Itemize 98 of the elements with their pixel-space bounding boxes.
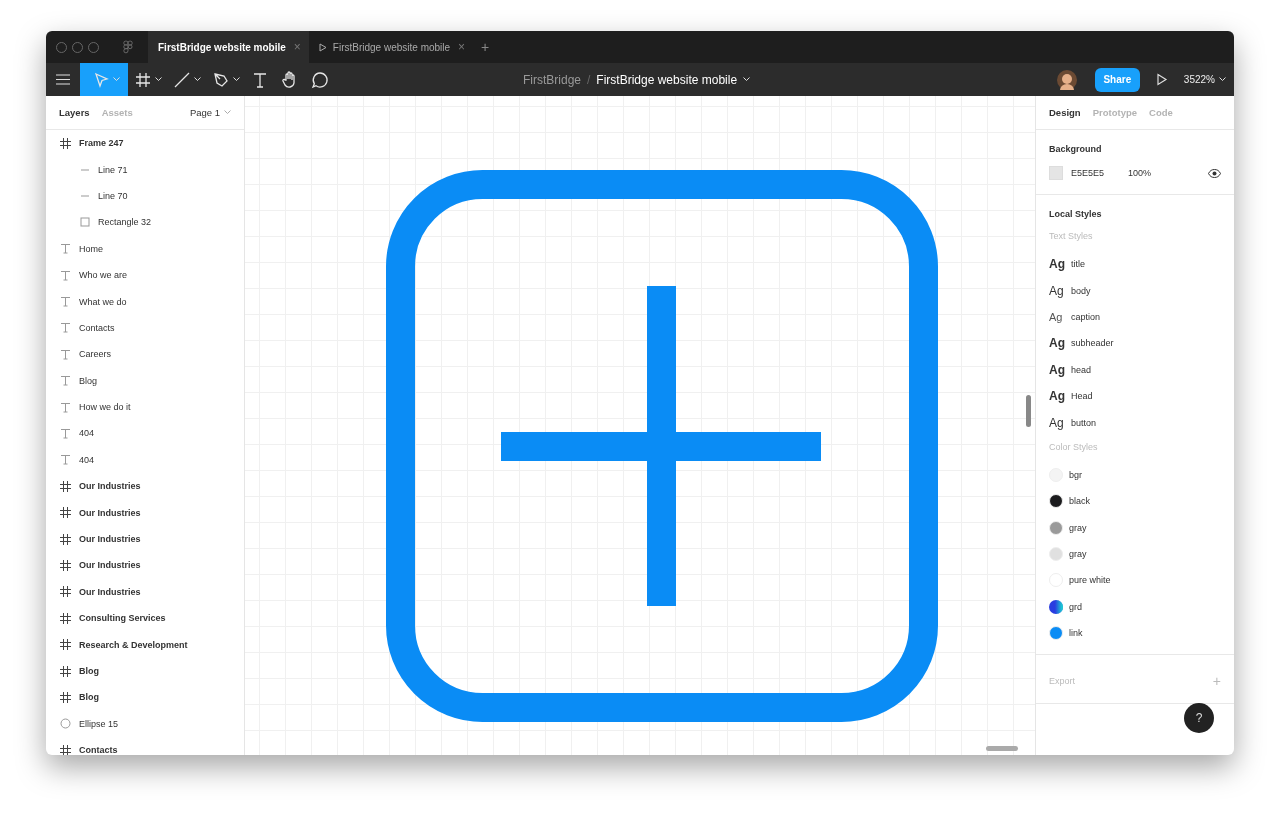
type-sample: Ag — [1049, 415, 1065, 430]
text-style-item[interactable]: Ag head — [1049, 356, 1221, 383]
logo-icon[interactable] — [123, 40, 133, 54]
subsection-title: Color Styles — [1049, 441, 1099, 452]
play-icon[interactable] — [1155, 73, 1168, 86]
layer-item[interactable]: Who we are — [46, 261, 244, 289]
layer-item[interactable]: Blog — [46, 684, 244, 711]
type-sample: Ag — [1049, 389, 1065, 404]
layer-item[interactable]: Our Industries — [46, 525, 244, 553]
frame-layer-icon — [60, 639, 71, 651]
ellipse-layer-icon — [60, 718, 71, 730]
breadcrumb-separator: / — [587, 72, 591, 87]
zoom-dropdown[interactable]: 3522% — [1183, 74, 1215, 85]
layer-item[interactable]: Research & Development — [46, 631, 244, 658]
layer-item[interactable]: Our Industries — [46, 578, 244, 606]
team-name[interactable]: FirstBridge — [523, 72, 581, 87]
type-sample: Ag — [1049, 362, 1065, 377]
file-name[interactable]: FirstBridge website mobile — [596, 72, 738, 87]
text-style-item[interactable]: Ag title — [1049, 251, 1221, 278]
frame-layer-icon — [60, 586, 71, 598]
text-style-item[interactable]: Ag subheader — [1049, 330, 1221, 357]
color-style-item[interactable]: grd — [1049, 593, 1221, 621]
tab-title: FirstBridge website mobile — [332, 41, 451, 53]
panel-tab[interactable]: Layers — [59, 107, 90, 118]
text-layer-icon — [60, 454, 71, 466]
close-icon[interactable]: × — [458, 40, 466, 54]
color-style-item[interactable]: link — [1049, 620, 1221, 647]
text-layer-icon — [60, 428, 71, 439]
color-style-item[interactable]: gray — [1049, 540, 1221, 568]
frame-layer-icon — [60, 480, 71, 492]
page-dropdown[interactable]: Page 1 — [189, 107, 220, 118]
layer-item[interactable]: Our Industries — [46, 552, 244, 579]
layer-item[interactable]: Our Industries — [46, 499, 244, 526]
help-button[interactable]: ? — [1184, 703, 1214, 733]
section-title: Local Styles — [1049, 209, 1103, 219]
subsection-title: Text Styles — [1049, 231, 1094, 241]
layer-item[interactable]: Careers — [46, 341, 244, 368]
hex-value[interactable]: E5E5E5 — [1071, 168, 1105, 178]
panel-tab[interactable]: Design — [1049, 107, 1081, 118]
frame-layer-icon — [60, 137, 71, 149]
square-icon — [80, 217, 90, 228]
layer-item[interactable]: Our Industries — [46, 473, 244, 500]
color-style-item[interactable]: bgr — [1049, 461, 1221, 489]
opacity-value[interactable]: 100% — [1128, 168, 1152, 178]
layer-item[interactable]: Consulting Services — [46, 605, 244, 632]
layer-item[interactable]: 404 — [46, 446, 244, 474]
eye-icon[interactable] — [1208, 168, 1221, 178]
color-swatch[interactable] — [1049, 166, 1063, 180]
menu-icon[interactable] — [56, 74, 70, 85]
layer-item[interactable]: Blog — [46, 657, 244, 685]
type-sample: Ag — [1049, 310, 1064, 323]
speech-bubble-icon — [310, 69, 330, 90]
frame-layer-icon — [60, 559, 71, 571]
file-tab[interactable]: FirstBridge website mobile × — [308, 31, 474, 63]
frame-layer-icon — [60, 744, 71, 755]
layer-item[interactable]: Rectangle 32 — [46, 209, 244, 236]
text-layer-icon — [60, 296, 71, 308]
text-layer-icon — [60, 401, 71, 413]
frame-layer-icon — [60, 612, 71, 624]
frame-layer-icon — [60, 691, 71, 703]
color-style-item[interactable]: gray — [1049, 514, 1221, 541]
layer-item[interactable]: Contacts — [46, 314, 244, 342]
section-title: Background — [1049, 144, 1103, 154]
layer-item[interactable]: Ellipse 15 — [46, 710, 244, 737]
layer-item[interactable]: Home — [46, 235, 244, 262]
text-style-item[interactable]: Ag caption — [1049, 303, 1221, 331]
frame-layer-icon — [60, 507, 71, 519]
text-layer-icon — [60, 348, 71, 360]
text-layer-icon — [60, 243, 71, 255]
scrollbar[interactable] — [1026, 395, 1031, 427]
play-icon — [318, 42, 327, 52]
text-layer-icon — [60, 322, 71, 334]
layer-item[interactable]: What we do — [46, 288, 244, 315]
color-style-item[interactable]: pure white — [1049, 567, 1221, 594]
color-style-item[interactable]: black — [1049, 488, 1221, 515]
text-style-item[interactable]: Ag button — [1049, 409, 1221, 436]
type-sample: Ag — [1049, 336, 1065, 351]
tab-title: FirstBridge website mobile — [158, 41, 286, 53]
frame-layer-icon — [60, 665, 71, 677]
text-layer-icon — [60, 375, 71, 387]
frame-layer-icon — [60, 533, 71, 545]
layer-item[interactable]: Line 71 — [46, 156, 244, 183]
layer-item[interactable]: Line 70 — [46, 182, 244, 210]
layer-item[interactable]: 404 — [46, 420, 244, 447]
section-title: Export — [1049, 676, 1075, 687]
avatar[interactable] — [1056, 69, 1077, 90]
scrollbar[interactable] — [986, 746, 1018, 751]
text-style-item[interactable]: Ag Head — [1049, 382, 1221, 410]
text-layer-icon — [60, 269, 71, 281]
layer-item[interactable]: How we do it — [46, 393, 244, 421]
layer-item[interactable]: Blog — [46, 367, 244, 394]
text-style-item[interactable]: Ag body — [1049, 277, 1221, 304]
type-sample: Ag — [1049, 257, 1065, 272]
type-sample: Ag — [1049, 283, 1065, 298]
new-tab-button[interactable]: + — [481, 39, 490, 55]
layer-item[interactable]: Frame 247 — [46, 130, 244, 157]
file-tab[interactable]: FirstBridge website mobile × — [148, 31, 309, 63]
layer-item[interactable]: Contacts — [46, 737, 244, 755]
